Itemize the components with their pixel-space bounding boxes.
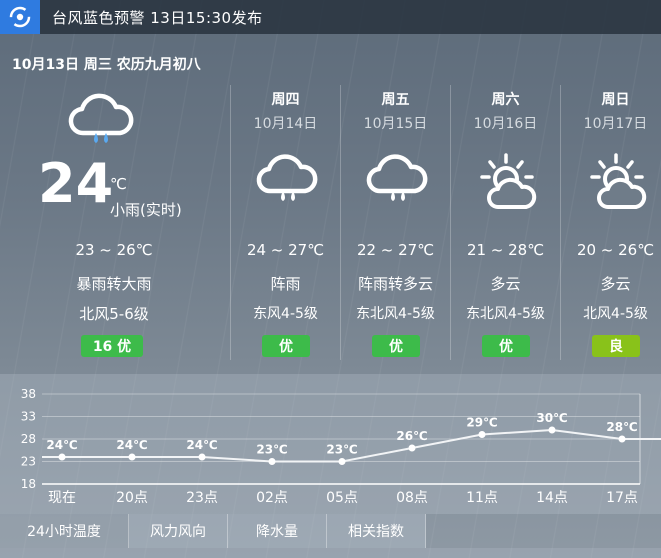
day-condition: 阵雨 <box>270 275 301 293</box>
data-point <box>338 458 346 465</box>
day-temp-range: 20 ~ 26℃ <box>576 241 655 259</box>
x-tick-label: 14点 <box>536 490 568 506</box>
day-aqi-badge[interactable]: 优 <box>372 335 420 357</box>
day-wind: 东北风4-5级 <box>356 306 435 322</box>
temperature-unit: ℃ <box>110 175 127 193</box>
data-label: 24℃ <box>116 438 147 452</box>
data-point <box>548 426 556 434</box>
forecast-day-4[interactable]: 周日 10月17日 20 ~ 26℃ 多云 北风4-5级 良 <box>560 85 661 360</box>
data-point <box>268 458 276 465</box>
day-condition: 多云 <box>490 275 521 293</box>
forecast-day-2[interactable]: 周五 10月15日 22 ~ 27℃ 阵雨转多云 东北风4-5级 优 <box>340 85 450 360</box>
data-label: 23℃ <box>256 443 287 457</box>
day-wind: 北风4-5级 <box>583 306 648 322</box>
cloud-rain-icon <box>68 93 134 157</box>
y-tick-label: 28 <box>21 432 36 446</box>
data-label: 26℃ <box>396 429 427 443</box>
day-condition: 阵雨转多云 <box>357 275 433 293</box>
tab-precipitation[interactable]: 降水量 <box>228 514 327 548</box>
x-tick-label: 20点 <box>116 490 148 506</box>
data-point <box>128 453 136 461</box>
day-date: 10月16日 <box>473 116 538 132</box>
tab-indices[interactable]: 相关指数 <box>327 514 426 548</box>
partly-cloudy-icon <box>586 153 650 217</box>
y-tick-label: 38 <box>21 387 36 401</box>
data-point <box>58 453 66 461</box>
today-forecast-condition: 暴雨转大雨 <box>76 275 152 293</box>
forecast-day-1[interactable]: 周四 10月14日 24 ~ 27℃ 阵雨 东风4-5级 优 <box>230 85 340 360</box>
hourly-temperature-chart: 38 33 28 23 18 24℃ 现在 24℃ 20点 24℃ 23点 23℃ 02点 23℃ 05点 2… <box>21 387 661 506</box>
typhoon-alert-bar[interactable]: 台风蓝色预警 13日15:30发布 <box>0 0 661 34</box>
day-week: 周日 <box>601 92 630 108</box>
x-tick-label: 05点 <box>326 490 358 506</box>
x-tick-label: 17点 <box>606 490 638 506</box>
day-aqi-badge[interactable]: 优 <box>482 335 530 357</box>
bottom-strip <box>0 548 661 558</box>
x-tick-label: 11点 <box>466 490 498 506</box>
x-tick-label: 现在 <box>48 490 76 506</box>
data-label: 24℃ <box>46 438 77 452</box>
x-tick-label: 23点 <box>186 490 218 506</box>
y-tick-label: 33 <box>21 410 36 424</box>
current-condition: 小雨(实时) <box>110 201 182 219</box>
day-date: 10月14日 <box>253 116 318 132</box>
day-date: 10月15日 <box>363 116 428 132</box>
x-tick-label: 02点 <box>256 490 288 506</box>
partly-cloudy-icon <box>476 153 540 217</box>
data-label: 28℃ <box>606 420 637 434</box>
chart-tabs: 24小时温度 风力风向 降水量 相关指数 <box>0 514 661 548</box>
today-aqi-badge[interactable]: 16 优 <box>81 335 143 357</box>
day-temp-range: 22 ~ 27℃ <box>356 241 435 259</box>
cloud-rain-icon <box>366 153 430 213</box>
today-wind: 北风5-6级 <box>79 305 149 323</box>
data-label: 23℃ <box>326 443 357 457</box>
y-tick-label: 23 <box>21 455 36 469</box>
data-label: 30℃ <box>536 411 567 425</box>
data-point <box>478 431 486 438</box>
data-point <box>198 453 206 461</box>
x-tick-label: 08点 <box>396 490 428 506</box>
data-point <box>408 444 416 452</box>
current-temperature: 24 <box>38 152 114 215</box>
day-week: 周六 <box>491 92 520 108</box>
day-condition: 多云 <box>600 275 631 293</box>
day-temp-range: 24 ~ 27℃ <box>246 241 325 259</box>
day-date: 10月17日 <box>583 116 648 132</box>
today-temp-range: 23 ~ 26℃ <box>75 241 153 259</box>
day-aqi-badge[interactable]: 良 <box>592 335 640 357</box>
alert-text: 台风蓝色预警 13日15:30发布 <box>52 8 263 27</box>
current-date: 10月13日 周三 农历九月初八 <box>12 57 201 73</box>
day-week: 周四 <box>271 92 300 108</box>
cloud-rain-icon <box>256 153 320 213</box>
day-week: 周五 <box>381 92 410 108</box>
day-aqi-badge[interactable]: 优 <box>262 335 310 357</box>
data-point <box>618 435 626 443</box>
today-weather: 24 ℃ 小雨(实时) 23 ~ 26℃ 暴雨转大雨 北风5-6级 16 优 <box>0 85 228 360</box>
day-wind: 东风4-5级 <box>253 306 318 322</box>
forecast-day-3[interactable]: 周六 10月16日 21 ~ 28℃ 多云 东北风4-5级 优 <box>450 85 560 360</box>
tab-wind[interactable]: 风力风向 <box>129 514 228 548</box>
y-tick-label: 18 <box>21 477 36 491</box>
data-label: 29℃ <box>466 416 497 430</box>
typhoon-icon <box>0 0 40 34</box>
day-temp-range: 21 ~ 28℃ <box>466 241 545 259</box>
day-wind: 东北风4-5级 <box>466 306 545 322</box>
data-label: 24℃ <box>186 438 217 452</box>
tab-24h-temperature[interactable]: 24小时温度 <box>0 514 129 548</box>
